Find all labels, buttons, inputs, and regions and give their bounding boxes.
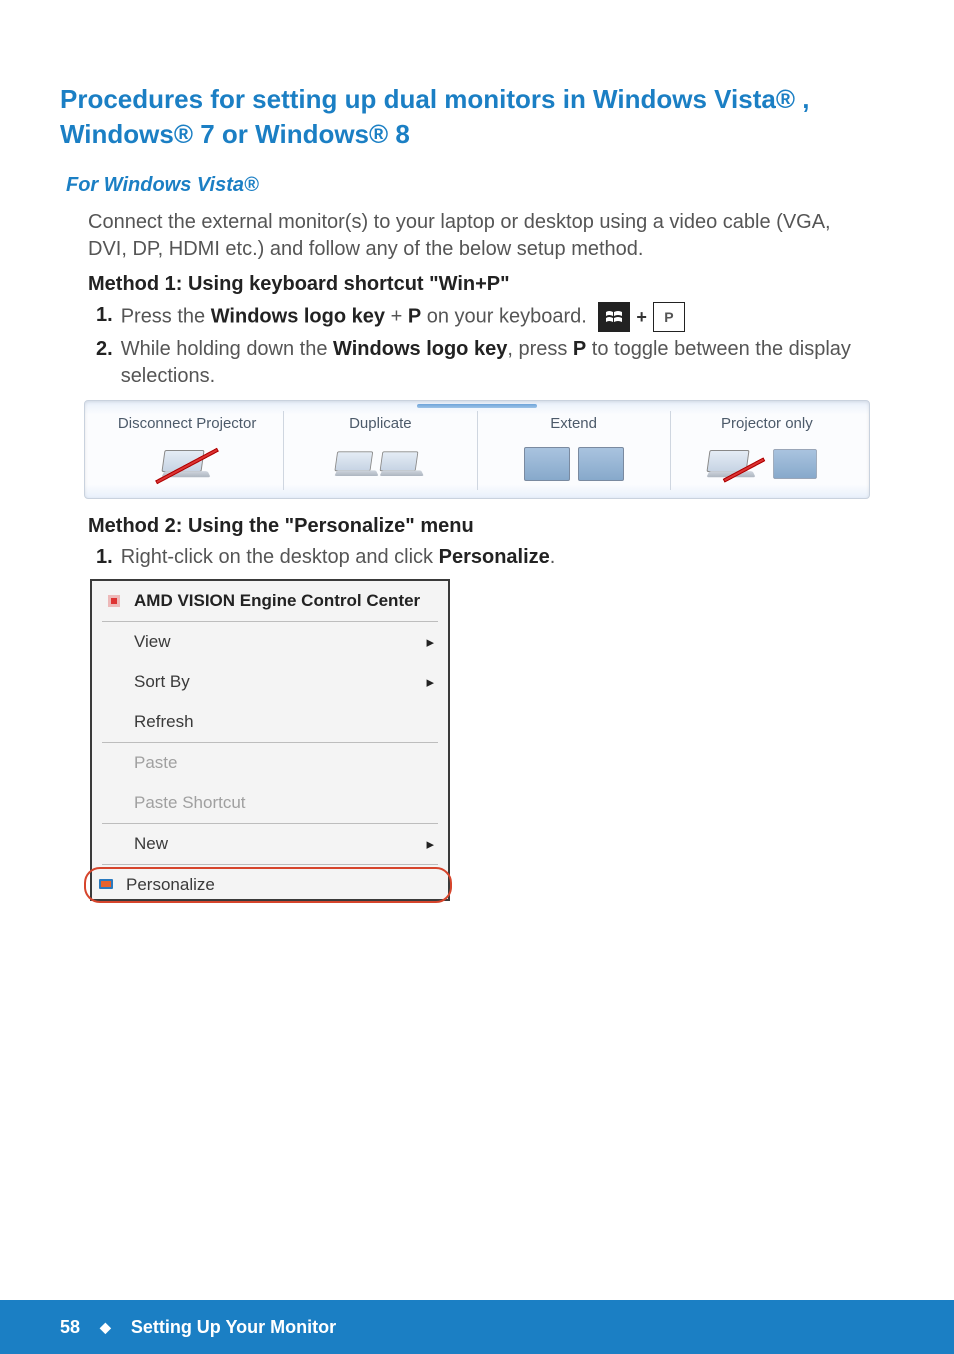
- projector-mode-panel: Disconnect Projector Duplicate Extend Pr…: [84, 400, 870, 499]
- amd-icon: [102, 593, 126, 609]
- menu-item-refresh[interactable]: Refresh: [92, 702, 448, 742]
- text: Press the: [121, 305, 211, 327]
- main-heading: Procedures for setting up dual monitors …: [60, 82, 894, 152]
- projector-label: Disconnect Projector: [95, 415, 279, 432]
- footer-section-title: Setting Up Your Monitor: [131, 1317, 336, 1338]
- menu-item-sort-by[interactable]: Sort By ▸: [92, 662, 448, 702]
- step-body: Right-click on the desktop and click Per…: [121, 544, 874, 571]
- menu-label: Sort By: [134, 672, 190, 692]
- submenu-arrow-icon: ▸: [426, 673, 434, 691]
- menu-label: New: [134, 834, 168, 854]
- page-number: 58: [60, 1317, 80, 1338]
- p-key-text: P: [573, 338, 586, 360]
- extend-icon: [482, 440, 666, 488]
- sub-heading-vista: For Windows Vista®: [66, 174, 894, 197]
- step-body: While holding down the Windows logo key,…: [121, 336, 874, 390]
- duplicate-icon: [288, 440, 472, 488]
- menu-label: Paste: [134, 753, 177, 773]
- plus-icon: +: [636, 305, 647, 329]
- projector-option-duplicate[interactable]: Duplicate: [283, 411, 476, 490]
- menu-label: Personalize: [126, 875, 215, 895]
- windows-logo-key-text: Windows logo key: [211, 305, 385, 327]
- projector-only-icon: [675, 440, 859, 488]
- text: While holding down the: [121, 338, 333, 360]
- p-key-icon: P: [653, 302, 685, 332]
- text: +: [385, 305, 408, 327]
- method1-step2: 2. While holding down the Windows logo k…: [96, 336, 874, 390]
- method2-heading: Method 2: Using the "Personalize" menu: [88, 515, 874, 538]
- windows-logo-key-text: Windows logo key: [333, 338, 507, 360]
- personalize-icon: [94, 877, 118, 893]
- windows-key-icon: [598, 302, 630, 332]
- menu-item-paste-shortcut: Paste Shortcut: [92, 783, 448, 823]
- menu-label: View: [134, 632, 171, 652]
- menu-separator: [102, 864, 438, 865]
- projector-option-projector-only[interactable]: Projector only: [670, 411, 863, 490]
- method2-step1: 1. Right-click on the desktop and click …: [96, 544, 874, 571]
- step-number: 2.: [96, 336, 113, 363]
- desktop-context-menu: AMD VISION Engine Control Center View ▸ …: [90, 579, 450, 901]
- projector-label: Duplicate: [288, 415, 472, 432]
- text: , press: [507, 338, 573, 360]
- method1-step1: 1. Press the Windows logo key + P on you…: [96, 302, 874, 332]
- text: on your keyboard.: [421, 305, 587, 327]
- projector-option-extend[interactable]: Extend: [477, 411, 670, 490]
- page-footer: 58 ◆ Setting Up Your Monitor: [0, 1300, 954, 1354]
- step-number: 1.: [96, 544, 113, 571]
- menu-label: Paste Shortcut: [134, 793, 246, 813]
- intro-text: Connect the external monitor(s) to your …: [88, 209, 874, 263]
- step-number: 1.: [96, 302, 113, 329]
- disconnect-projector-icon: [95, 440, 279, 488]
- menu-item-new[interactable]: New ▸: [92, 824, 448, 864]
- text: Right-click on the desktop and click: [121, 546, 439, 568]
- p-key-text: P: [408, 305, 421, 327]
- menu-item-amd-control-center[interactable]: AMD VISION Engine Control Center: [92, 581, 448, 621]
- menu-item-paste: Paste: [92, 743, 448, 783]
- projector-option-disconnect[interactable]: Disconnect Projector: [91, 411, 283, 490]
- menu-label: Refresh: [134, 712, 194, 732]
- submenu-arrow-icon: ▸: [426, 835, 434, 853]
- menu-item-view[interactable]: View ▸: [92, 622, 448, 662]
- text: .: [550, 546, 556, 568]
- submenu-arrow-icon: ▸: [426, 633, 434, 651]
- method1-heading: Method 1: Using keyboard shortcut "Win+P…: [88, 273, 874, 296]
- diamond-icon: ◆: [100, 1319, 111, 1336]
- step-body: Press the Windows logo key + P on your k…: [121, 302, 874, 332]
- menu-item-personalize[interactable]: Personalize: [84, 867, 452, 903]
- personalize-text: Personalize: [439, 546, 550, 568]
- projector-label: Extend: [482, 415, 666, 432]
- projector-label: Projector only: [675, 415, 859, 432]
- win-plus-p-graphic: + P: [598, 302, 685, 332]
- menu-label: AMD VISION Engine Control Center: [134, 591, 420, 611]
